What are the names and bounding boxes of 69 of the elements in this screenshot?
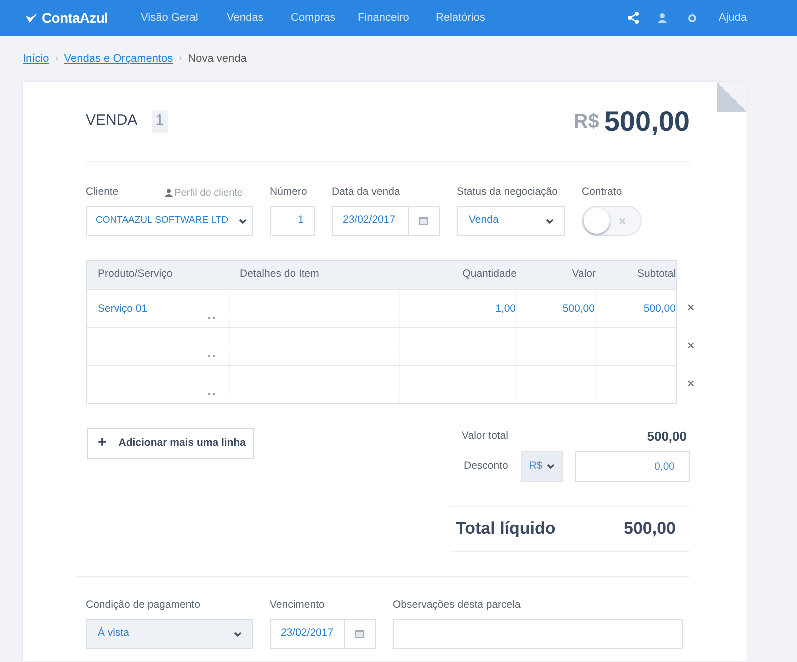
net-total-label: Total líquido [455, 518, 556, 540]
column-header: Quantidade [462, 267, 517, 282]
calendar-icon [355, 629, 365, 639]
date-field[interactable]: 23/02/2017 [270, 619, 376, 649]
sale-amount: 500,00 [604, 104, 690, 138]
help-link[interactable]: Ajuda [718, 10, 747, 26]
table-cell: 1,00 [496, 303, 516, 315]
user-icon[interactable] [658, 13, 667, 23]
calendar-icon [419, 216, 429, 226]
table-cell: 500,00 [644, 303, 676, 315]
field-label: Condição de pagamento [86, 598, 200, 614]
breadcrumb-separator: › [179, 52, 182, 66]
close-icon [619, 218, 626, 225]
sale-number: 1 [152, 110, 168, 133]
column-header: Valor [571, 267, 596, 282]
column-header: Detalhes do Item [239, 267, 320, 282]
number-field[interactable]: 1 [270, 206, 315, 236]
sale-title: VENDA [86, 111, 138, 132]
caret-icon [546, 464, 555, 469]
remove-row-button[interactable]: × [685, 364, 697, 402]
select-field[interactable]: Venda [457, 206, 565, 236]
select-field[interactable]: À vista [86, 619, 253, 649]
net-total-value: 500,00 [624, 518, 676, 540]
discount-field[interactable]: 0,00 [575, 451, 690, 482]
nav-link[interactable]: Financeiro [358, 10, 436, 26]
nav-link[interactable]: Compras [291, 10, 358, 26]
resize-handle-icon[interactable] [208, 393, 215, 395]
resize-handle-icon[interactable] [208, 317, 215, 319]
field-label: Número [270, 185, 308, 200]
logo[interactable]: ContaAzul [42, 8, 108, 28]
folded-corner-icon [717, 82, 747, 112]
date-field[interactable]: 23/02/2017 [332, 206, 440, 236]
nav-link[interactable]: Visão Geral [141, 10, 227, 26]
field-label: Vencimento [270, 598, 325, 614]
add-line-button[interactable]: + Adicionar mais uma linha [87, 428, 254, 459]
caret-icon [234, 632, 242, 636]
client-profile-link[interactable]: Perfil do cliente [164, 186, 243, 200]
column-header: Subtotal [636, 267, 676, 282]
text-field[interactable] [393, 619, 683, 649]
column-header: Produto/Serviço [97, 267, 174, 282]
settings-icon[interactable] [688, 14, 697, 22]
field-label: Contrato [582, 185, 622, 200]
field-label: Data da venda [332, 185, 400, 200]
contract-toggle[interactable] [582, 206, 642, 236]
field-label: Status da negociação [457, 185, 558, 200]
breadcrumb-separator: › [55, 52, 58, 66]
resize-handle-icon[interactable] [208, 355, 215, 357]
nav-link[interactable]: Vendas [227, 10, 291, 26]
breadcrumb-link[interactable]: Início [23, 50, 50, 68]
user-icon [164, 189, 173, 197]
remove-row-button[interactable]: × [685, 326, 697, 364]
logo-icon [25, 12, 39, 24]
caret-icon [546, 218, 554, 224]
select-field[interactable]: CONTAAZUL SOFTWARE LTD [86, 206, 253, 236]
share-icon[interactable] [628, 12, 639, 24]
table-cell: 500,00 [562, 303, 595, 315]
total-value: 500,00 [647, 428, 687, 446]
discount-label: Desconto [463, 458, 510, 474]
breadcrumb-link[interactable]: Vendas e Orçamentos [64, 50, 174, 68]
caret-icon [239, 218, 247, 224]
field-label: Cliente [86, 185, 119, 200]
currency-label: R$ [574, 110, 600, 134]
field-label: Observações desta parcela [393, 598, 521, 614]
nav-link[interactable]: Relatórios [436, 10, 496, 26]
discount-unit-select[interactable]: R$ [521, 451, 563, 482]
table-cell[interactable]: Serviço 01 [98, 303, 148, 315]
breadcrumb-current: Nova venda [188, 52, 247, 67]
total-label: Valor total [461, 429, 508, 444]
remove-row-button[interactable]: × [685, 288, 697, 326]
